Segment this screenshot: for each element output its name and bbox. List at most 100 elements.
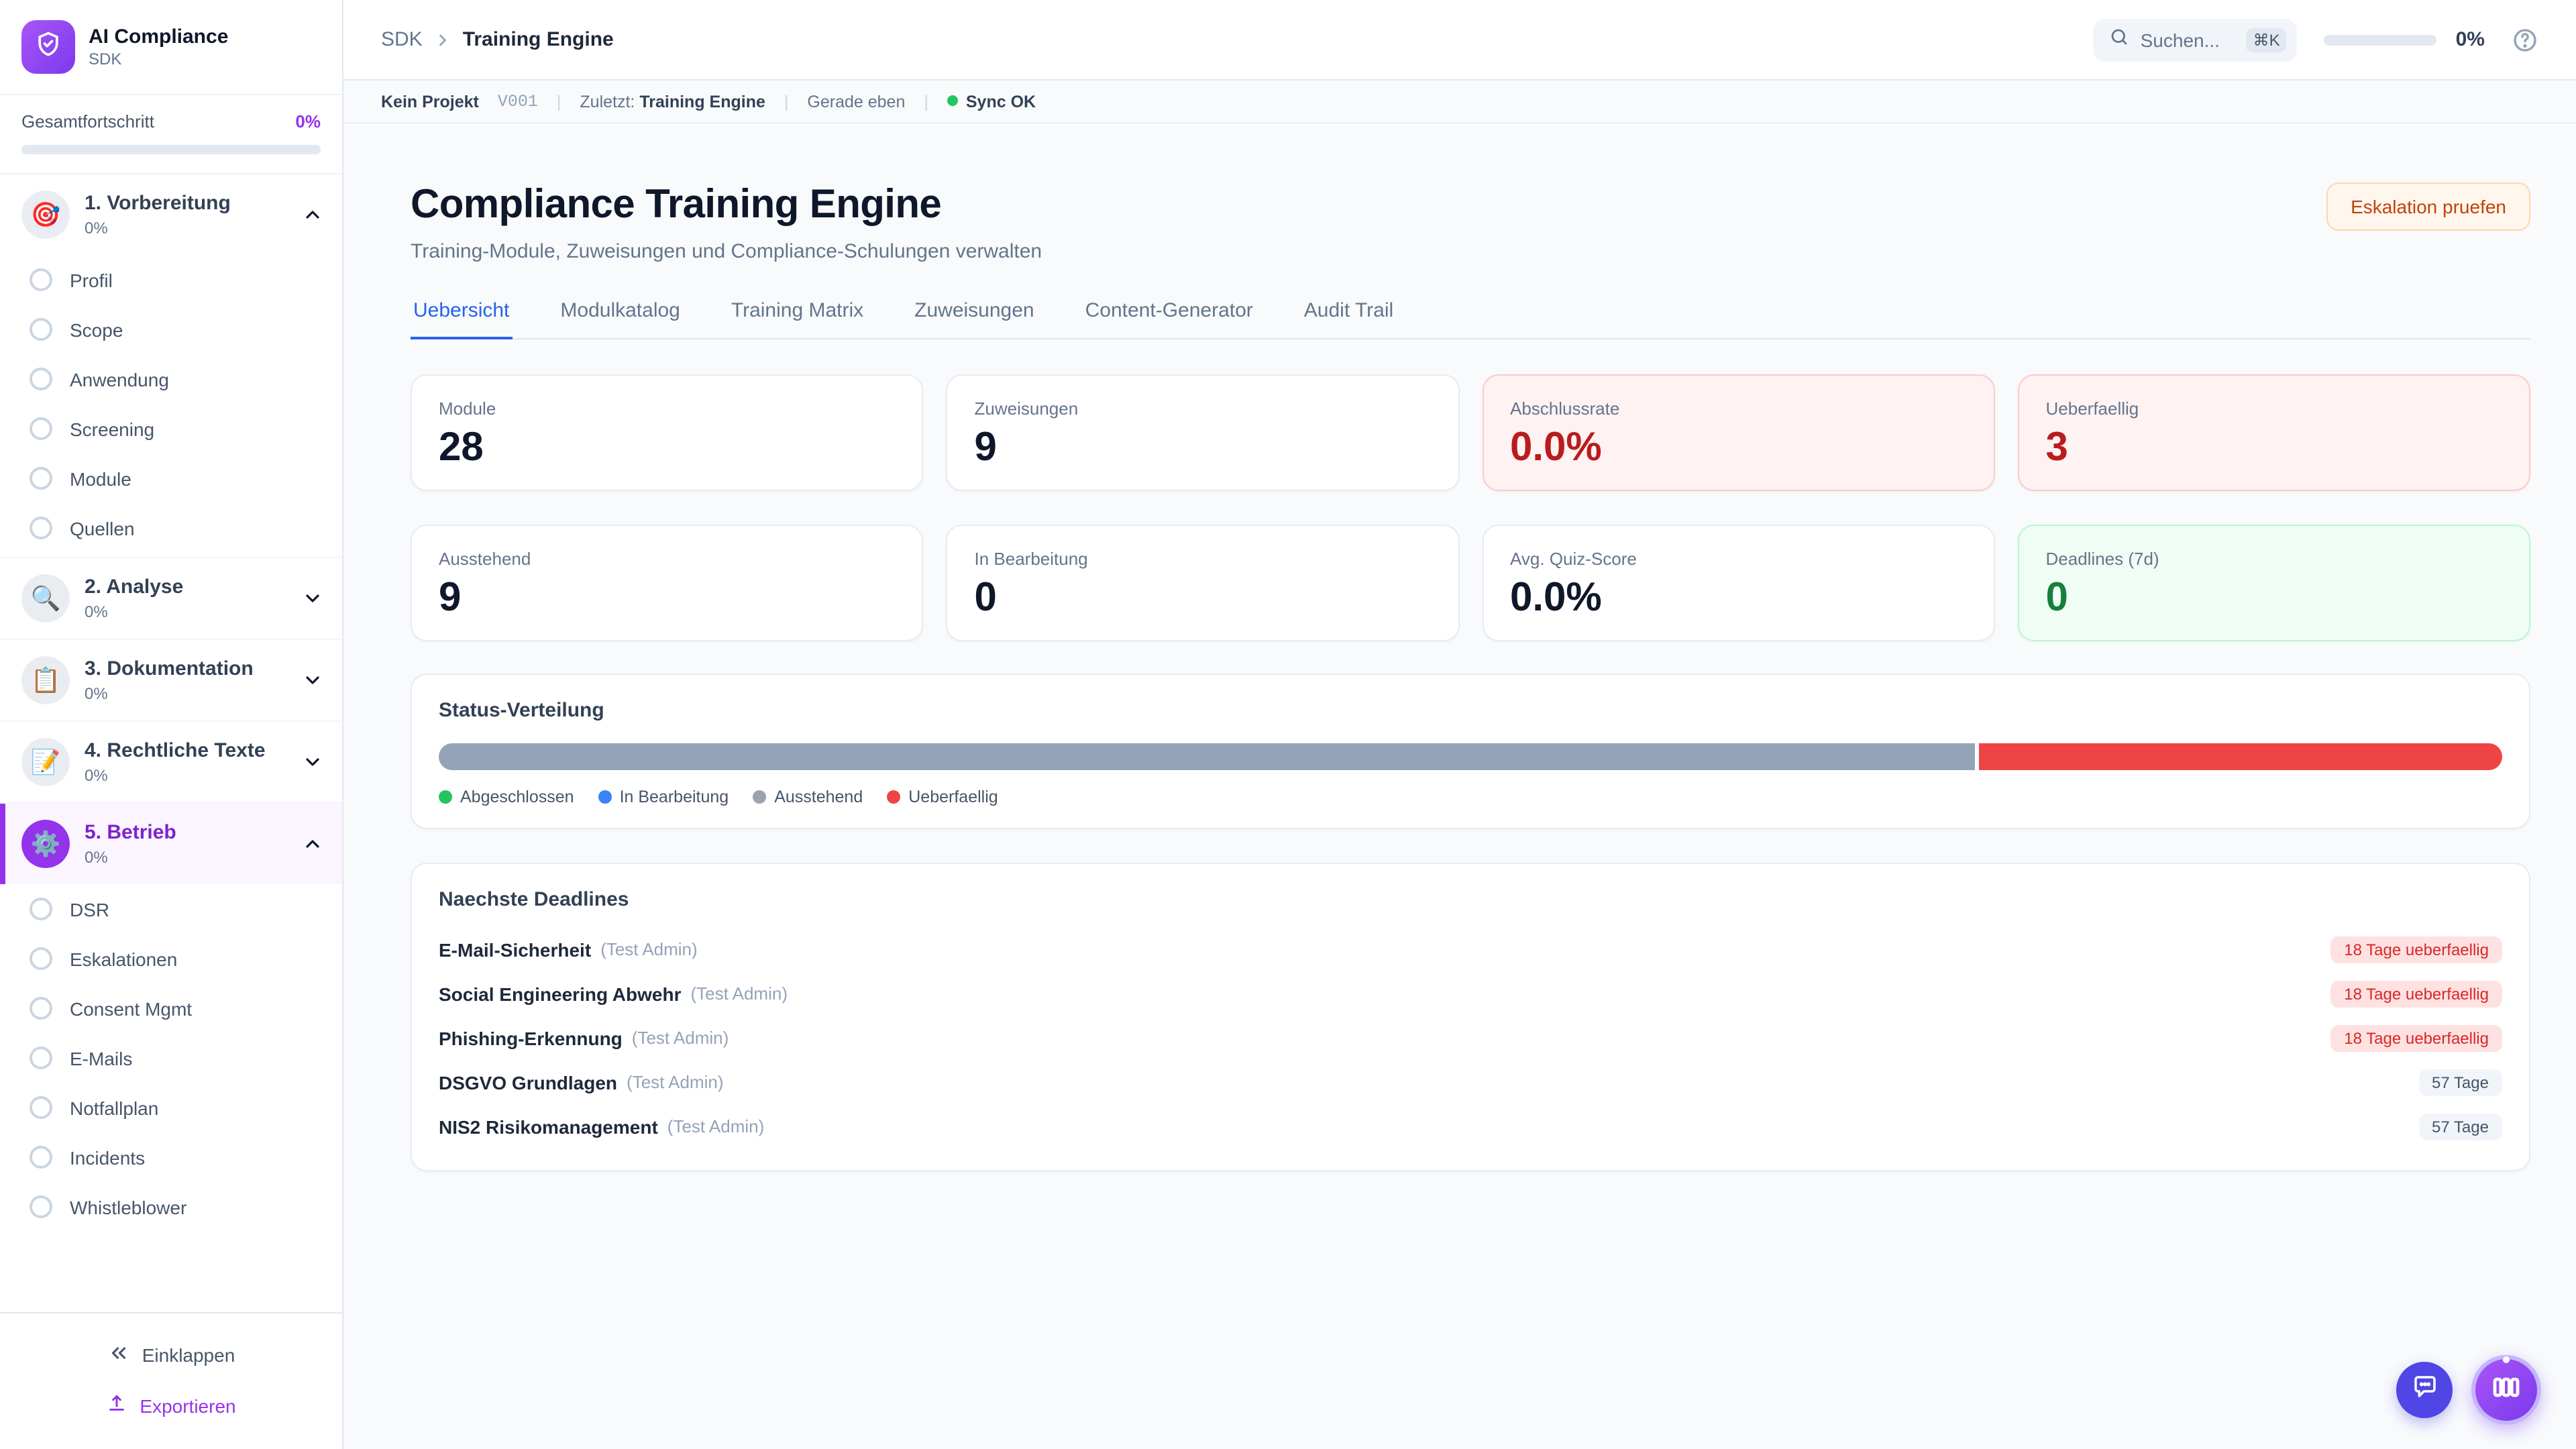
- sidebar-item-label: E-Mails: [70, 1047, 132, 1069]
- tab-audit-trail[interactable]: Audit Trail: [1301, 299, 1396, 338]
- sync-label: Sync OK: [966, 92, 1036, 111]
- search-icon: [2110, 26, 2130, 53]
- step-circle-icon: [30, 997, 52, 1020]
- stat-label: Ueberfaellig: [2046, 398, 2503, 419]
- stat-label: Ausstehend: [439, 549, 896, 569]
- columns-icon: [2490, 1371, 2522, 1409]
- version-badge: V001: [498, 92, 538, 111]
- chat-button[interactable]: [2396, 1362, 2453, 1418]
- search-input[interactable]: Suchen... ⌘K: [2094, 18, 2298, 61]
- help-icon[interactable]: [2512, 26, 2538, 53]
- stat-label: Module: [439, 398, 896, 419]
- sidebar-item-screening[interactable]: Screening: [0, 404, 342, 453]
- sidebar-item-anwendung[interactable]: Anwendung: [0, 354, 342, 404]
- deadline-module-name: Phishing-Erkennung: [439, 1027, 623, 1049]
- deadline-row[interactable]: Phishing-Erkennung (Test Admin) 18 Tage …: [439, 1016, 2502, 1060]
- section-label: 1. Vorbereitung: [85, 192, 287, 217]
- section-label: 3. Dokumentation: [85, 657, 287, 683]
- check-escalation-button[interactable]: Eskalation pruefen: [2326, 182, 2530, 231]
- overall-progress-track: [21, 145, 321, 154]
- status-distribution-panel: Status-Verteilung Abgeschlossen In Bearb…: [411, 674, 2530, 829]
- columns-panel-button[interactable]: [2471, 1355, 2541, 1425]
- deadline-module-name: E-Mail-Sicherheit: [439, 938, 591, 960]
- bar-segment-ueberfaellig: [1979, 743, 2502, 770]
- main-area: SDK Training Engine Suchen... ⌘K 0% Kein…: [343, 0, 2576, 1449]
- upload-icon: [106, 1393, 127, 1418]
- magnifier-icon: 🔍: [21, 574, 70, 623]
- section-percent: 0%: [85, 684, 287, 703]
- collapse-sidebar-button[interactable]: Einklappen: [0, 1330, 342, 1381]
- nav-section-header-vorbereitung[interactable]: 🎯 1. Vorbereitung 0%: [0, 174, 342, 255]
- breadcrumb-root[interactable]: SDK: [381, 28, 423, 51]
- stat-cards-grid: Module28 Zuweisungen9 Abschlussrate0.0% …: [411, 374, 2530, 641]
- sidebar-item-emails[interactable]: E-Mails: [0, 1033, 342, 1083]
- sidebar-item-consent-mgmt[interactable]: Consent Mgmt: [0, 983, 342, 1033]
- due-badge: 57 Tage: [2418, 1069, 2502, 1095]
- nav-section-rechtliche-texte: 📝 4. Rechtliche Texte 0%: [0, 722, 342, 804]
- section-label: 2. Analyse: [85, 576, 287, 601]
- deadline-assignee: (Test Admin): [627, 1072, 724, 1092]
- collapse-label: Einklappen: [142, 1344, 235, 1366]
- step-circle-icon: [30, 318, 52, 341]
- tab-modulkatalog[interactable]: Modulkatalog: [557, 299, 682, 338]
- sidebar-item-profil[interactable]: Profil: [0, 255, 342, 305]
- app-identity: AI Compliance SDK: [89, 25, 228, 68]
- search-placeholder: Suchen...: [2141, 29, 2236, 50]
- stat-card-module: Module28: [411, 374, 924, 491]
- nav-section-header-analyse[interactable]: 🔍 2. Analyse 0%: [0, 558, 342, 639]
- target-icon: 🎯: [21, 191, 70, 239]
- sidebar-item-dsr[interactable]: DSR: [0, 884, 342, 934]
- stat-card-ausstehend: Ausstehend9: [411, 525, 924, 641]
- sidebar-item-label: DSR: [70, 898, 109, 920]
- sidebar-item-label: Consent Mgmt: [70, 998, 192, 1019]
- section-percent: 0%: [85, 766, 287, 785]
- chevron-down-icon: [302, 669, 323, 691]
- divider: |: [557, 92, 561, 111]
- sidebar-item-incidents[interactable]: Incidents: [0, 1132, 342, 1182]
- step-circle-icon: [30, 1146, 52, 1169]
- deadline-row[interactable]: DSGVO Grundlagen (Test Admin) 57 Tage: [439, 1060, 2502, 1104]
- nav-section-header-rechtliche-texte[interactable]: 📝 4. Rechtliche Texte 0%: [0, 722, 342, 802]
- legend-label: Abgeschlossen: [460, 788, 574, 806]
- deadline-row[interactable]: E-Mail-Sicherheit (Test Admin) 18 Tage u…: [439, 927, 2502, 971]
- app-name: AI Compliance: [89, 25, 228, 50]
- overall-progress-label: Gesamtfortschritt: [21, 111, 154, 131]
- nav-section-header-dokumentation[interactable]: 📋 3. Dokumentation 0%: [0, 640, 342, 720]
- stat-label: Avg. Quiz-Score: [1510, 549, 1967, 569]
- project-name: Kein Projekt: [381, 92, 479, 111]
- page-heading-block: Compliance Training Engine Training-Modu…: [411, 182, 1042, 263]
- sidebar-item-quellen[interactable]: Quellen: [0, 503, 342, 557]
- tab-uebersicht[interactable]: Uebersicht: [411, 299, 512, 338]
- legend-item-ausstehend: Ausstehend: [753, 788, 863, 806]
- sidebar-item-eskalationen[interactable]: Eskalationen: [0, 934, 342, 983]
- breadcrumb-chevron-icon: [433, 30, 452, 49]
- page-subtitle: Training-Module, Zuweisungen und Complia…: [411, 240, 1042, 263]
- deadline-assignee: (Test Admin): [632, 1028, 729, 1048]
- sidebar-item-module[interactable]: Module: [0, 453, 342, 503]
- legend-item-in-bearbeitung: In Bearbeitung: [598, 788, 729, 806]
- nav-section-header-betrieb[interactable]: ⚙️ 5. Betrieb 0%: [0, 804, 342, 884]
- deadline-row[interactable]: Social Engineering Abwehr (Test Admin) 1…: [439, 971, 2502, 1016]
- breadcrumb-current: Training Engine: [463, 28, 614, 51]
- sidebar-nav: 🎯 1. Vorbereitung 0% Profil Scope Anwend…: [0, 174, 342, 1312]
- clipboard-icon: 📋: [21, 656, 70, 704]
- stat-card-deadlines-7d: Deadlines (7d)0: [2018, 525, 2531, 641]
- overall-progress-percent: 0%: [295, 111, 321, 131]
- last-label: Zuletzt:: [580, 92, 635, 111]
- sidebar-item-whistleblower[interactable]: Whistleblower: [0, 1182, 342, 1232]
- section-percent: 0%: [85, 848, 287, 867]
- step-circle-icon: [30, 898, 52, 920]
- tab-zuweisungen[interactable]: Zuweisungen: [912, 299, 1036, 338]
- legend-label: In Bearbeitung: [620, 788, 729, 806]
- export-button[interactable]: Exportieren: [0, 1381, 342, 1430]
- stat-value: 0: [2046, 578, 2503, 619]
- sidebar-item-notfallplan[interactable]: Notfallplan: [0, 1083, 342, 1132]
- sidebar-item-label: Notfallplan: [70, 1097, 158, 1118]
- tab-training-matrix[interactable]: Training Matrix: [729, 299, 866, 338]
- sidebar-item-scope[interactable]: Scope: [0, 305, 342, 354]
- deadline-row[interactable]: NIS2 Risikomanagement (Test Admin) 57 Ta…: [439, 1104, 2502, 1148]
- stat-card-zuweisungen: Zuweisungen9: [947, 374, 1460, 491]
- tab-content-generator[interactable]: Content-Generator: [1083, 299, 1256, 338]
- header-progress-track: [2324, 34, 2437, 45]
- section-percent: 0%: [85, 219, 287, 237]
